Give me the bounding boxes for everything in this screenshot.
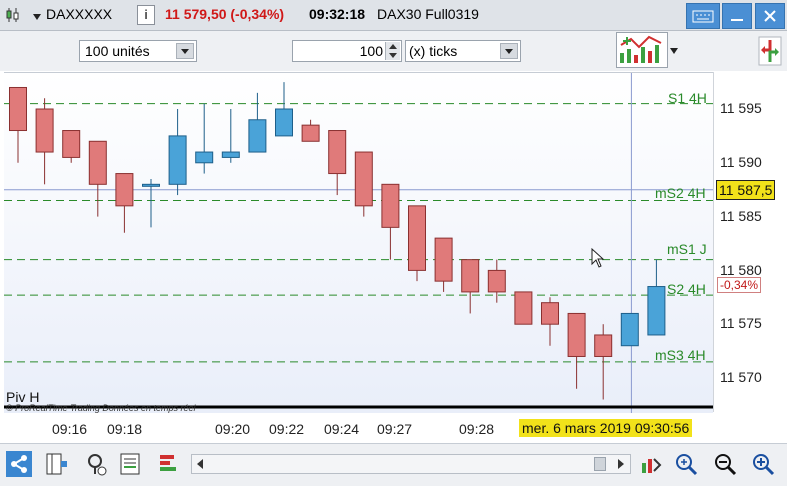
y-tick-label: 11 570 <box>720 369 762 385</box>
candle-body <box>35 108 54 153</box>
keyboard-icon[interactable] <box>686 3 720 29</box>
copyright-text: © ProRealTime Trading Données en temps r… <box>6 403 196 413</box>
candle-body <box>567 312 586 357</box>
candle-body <box>195 151 214 164</box>
candle-body <box>221 151 240 158</box>
level-label: mS1 J <box>667 241 707 257</box>
x-tick-label: 09:22 <box>269 421 305 437</box>
level-label: mS3 4H <box>655 347 706 363</box>
scroll-right-icon[interactable] <box>615 457 627 476</box>
chart-type-icon[interactable] <box>6 7 20 23</box>
candle-body <box>88 140 107 185</box>
x-tick-label: 09:24 <box>324 421 360 437</box>
price-change: 11 579,50 (-0,34%) <box>165 6 285 22</box>
chevron-down-icon[interactable] <box>176 43 194 59</box>
candle-body <box>248 119 267 153</box>
x-tick-label: 09:20 <box>215 421 251 437</box>
candle-body <box>115 173 134 207</box>
candle-body <box>487 269 506 293</box>
candle-body <box>168 135 187 185</box>
time-axis-icon[interactable] <box>44 451 70 477</box>
level-label: mS2 4H <box>655 185 706 201</box>
clock-time: 09:32:18 <box>309 6 366 22</box>
instrument-name: DAX30 Full0319 <box>377 6 479 22</box>
orderbook-icon[interactable] <box>156 451 182 477</box>
y-tick-label: 11 595 <box>720 100 762 116</box>
scroll-left-icon[interactable] <box>194 457 206 476</box>
candle-body <box>408 205 426 271</box>
chevron-down-icon[interactable] <box>32 9 42 25</box>
x-tick-label: 09:28 <box>459 421 495 437</box>
change-tag: -0,34% <box>717 277 762 293</box>
x-tick-label: 09:16 <box>52 421 88 437</box>
horizontal-scrollbar[interactable] <box>191 454 631 474</box>
candle-body <box>354 151 373 207</box>
candle-body <box>541 302 559 325</box>
candle-body <box>62 130 81 158</box>
level-label: S1 4H <box>668 90 707 106</box>
close-icon[interactable] <box>755 3 785 29</box>
list-icon[interactable] <box>118 451 144 477</box>
info-icon[interactable]: i <box>137 5 155 25</box>
units-value: 100 unités <box>85 43 150 59</box>
chevron-down-icon[interactable] <box>669 43 679 61</box>
y-tick-label: 11 590 <box>720 154 762 170</box>
candle-body <box>434 237 453 282</box>
chevron-down-icon[interactable] <box>500 43 518 59</box>
candle-body <box>142 183 160 187</box>
candle-body <box>514 291 533 325</box>
minimize-icon[interactable] <box>722 3 752 29</box>
zoom-in-icon[interactable] <box>750 451 776 477</box>
price-axis[interactable]: 11 595 11 590 11 585 11 580 11 575 11 57… <box>713 72 787 412</box>
time-axis[interactable]: 09:16 09:18 09:20 09:22 09:24 09:27 09:2… <box>4 413 713 441</box>
bottom-toolbar <box>0 443 787 486</box>
spinner-icon[interactable] <box>385 42 400 60</box>
indicators-icon <box>620 35 662 63</box>
ticks-unit-select[interactable]: (x) ticks <box>405 40 521 62</box>
price-chart[interactable] <box>4 73 713 413</box>
candle-body <box>594 334 613 357</box>
ticks-count-value: 100 <box>359 43 383 59</box>
ticks-unit-value: (x) ticks <box>409 43 458 59</box>
candle-body <box>9 86 27 132</box>
candle-body <box>647 286 666 336</box>
auto-scroll-icon[interactable] <box>638 451 664 477</box>
x-tick-label: 09:18 <box>107 421 143 437</box>
sync-arrows-icon[interactable] <box>757 34 783 68</box>
y-tick-label: 11 575 <box>720 315 762 331</box>
alert-icon[interactable] <box>84 451 110 477</box>
share-icon[interactable] <box>6 451 32 477</box>
current-price-tag: 11 587,5 <box>716 180 776 200</box>
chart-area[interactable]: S1 4H mS2 4H mS1 J S2 4H mS3 4H Piv H © … <box>4 72 713 413</box>
zoom-out-icon[interactable] <box>712 451 738 477</box>
scroll-thumb[interactable] <box>594 457 606 471</box>
indicators-button[interactable] <box>616 32 668 68</box>
ticks-count-input[interactable]: 100 <box>292 40 402 62</box>
zoom-fit-icon[interactable] <box>673 451 699 477</box>
chart-toolbar: 100 unités 100 (x) ticks <box>0 31 787 71</box>
y-tick-label: 11 580 <box>720 262 762 278</box>
y-tick-label: 11 585 <box>720 208 762 224</box>
candle-body <box>381 183 400 228</box>
title-bar: DAXXXXX i 11 579,50 (-0,34%) 09:32:18 DA… <box>0 0 787 31</box>
candle-body <box>275 108 293 137</box>
symbol-label[interactable]: DAXXXXX <box>46 6 112 22</box>
candle-body <box>301 124 320 142</box>
cursor-arrow-icon <box>591 247 605 273</box>
candle-body <box>620 312 639 347</box>
x-tick-label: 09:27 <box>377 421 413 437</box>
candle-body <box>461 259 480 293</box>
units-select[interactable]: 100 unités <box>79 40 197 62</box>
cursor-date-tag: mer. 6 mars 2019 09:30:56 <box>519 419 693 437</box>
candle-body <box>328 130 347 175</box>
level-label: S2 4H <box>667 281 706 297</box>
